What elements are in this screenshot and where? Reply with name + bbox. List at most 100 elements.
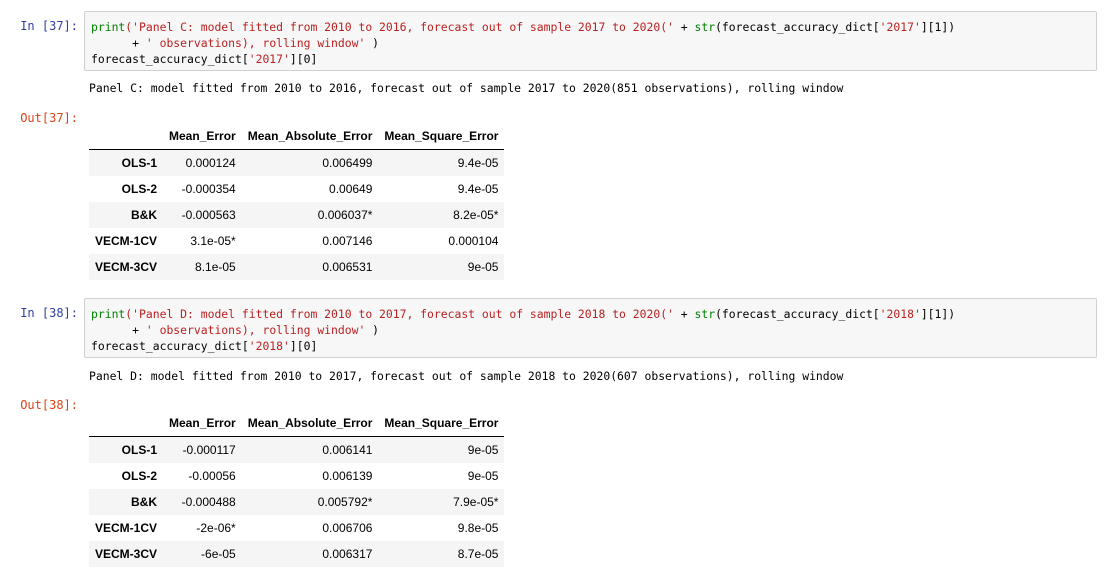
table-cell: 0.007146 <box>322 234 373 248</box>
table-cell: 0.006499 <box>322 156 373 170</box>
code-editor[interactable]: print('Panel D: model fitted from 2010 t… <box>85 299 1096 354</box>
table-cell: 7.9e-05* <box>453 495 499 509</box>
table-cell: -0.000117 <box>182 443 236 457</box>
code-token: ('Panel C: model fitted from 2010 to 201… <box>125 20 681 34</box>
table-cell: 0.006317 <box>322 547 373 561</box>
table-cell: 9.4e-05 <box>457 156 499 170</box>
table-row: OLS-2 -0.000354 0.00649 9.4e-05 <box>89 176 504 202</box>
output-prompt: Out[37]: <box>20 111 78 125</box>
code-token: ][1]) <box>920 307 956 321</box>
row-label: VECM-1CV <box>95 234 158 248</box>
table-cell: -6e-05 <box>201 547 236 561</box>
code-token: forecast_accuracy_dict[ <box>91 339 249 353</box>
code-token: print <box>91 307 126 321</box>
table-cell: 0.00649 <box>329 182 373 196</box>
code-token: '2018' <box>879 307 921 321</box>
column-header: Mean_Error <box>163 122 242 150</box>
table-row: VECM-3CV -6e-05 0.006317 8.7e-05 <box>89 541 505 567</box>
code-token: ' observations), rolling window' <box>145 36 366 50</box>
table-header-row: Mean_Error Mean_Absolute_Error Mean_Squa… <box>89 409 505 437</box>
row-label: B&K <box>131 208 158 222</box>
table-cell: 0.006037* <box>317 208 373 222</box>
table-cell: 9e-05 <box>467 260 499 274</box>
row-label: OLS-2 <box>121 182 158 196</box>
output-prompt: Out[38]: <box>20 398 78 412</box>
stdout-text: Panel D: model fitted from 2010 to 2017,… <box>89 369 844 383</box>
input-prompt: In [38]: <box>20 306 78 320</box>
table-row: OLS-1 0.000124 0.006499 9.4e-05 <box>89 149 505 176</box>
table-cell: 8.7e-05 <box>457 547 499 561</box>
table-row: VECM-3CV 8.1e-05 0.006531 9e-05 <box>89 254 505 280</box>
code-input-area[interactable]: print('Panel C: model fitted from 2010 t… <box>84 11 1097 71</box>
code-token: (forecast_accuracy_dict[ <box>715 307 880 321</box>
column-header: Mean_Error <box>163 409 242 437</box>
table-cell: 0.006141 <box>322 443 373 457</box>
row-label: B&K <box>131 495 158 509</box>
table-row: OLS-2 -0.00056 0.006139 9e-05 <box>89 463 504 489</box>
code-token: ][1]) <box>920 20 956 34</box>
code-token: ) <box>365 36 380 50</box>
index-header <box>89 409 164 437</box>
table-cell: 0.006139 <box>322 469 373 483</box>
code-token: print <box>91 20 126 34</box>
table-cell: 9e-05 <box>467 443 499 457</box>
code-editor[interactable]: print('Panel C: model fitted from 2010 t… <box>85 12 1096 67</box>
table-cell: 0.000104 <box>448 234 499 248</box>
table-cell: 8.2e-05* <box>453 208 499 222</box>
dataframe-table: Mean_Error Mean_Absolute_Error Mean_Squa… <box>89 122 505 280</box>
code-input-area[interactable]: print('Panel D: model fitted from 2010 t… <box>84 298 1097 358</box>
table-row: B&K -0.000488 0.005792* 7.9e-05* <box>89 489 505 515</box>
code-token: + <box>680 307 688 321</box>
code-token: forecast_accuracy_dict[ <box>91 52 249 66</box>
code-token: '2017' <box>879 20 921 34</box>
table-cell: -2e-06* <box>196 521 236 535</box>
table-cell: -0.000354 <box>181 182 236 196</box>
code-token: (forecast_accuracy_dict[ <box>715 20 880 34</box>
table-row: OLS-1 -0.000117 0.006141 9e-05 <box>89 436 505 463</box>
table-cell: 9.8e-05 <box>457 521 499 535</box>
table-cell: 0.005792* <box>317 495 373 509</box>
row-label: VECM-3CV <box>95 547 158 561</box>
code-token: '2018' <box>248 339 290 353</box>
code-token: str <box>694 20 716 34</box>
code-token: ][0] <box>289 339 318 353</box>
code-token: ('Panel D: model fitted from 2010 to 201… <box>125 307 681 321</box>
code-token: str <box>694 307 716 321</box>
dataframe-table: Mean_Error Mean_Absolute_Error Mean_Squa… <box>89 409 505 567</box>
table-row: B&K -0.000563 0.006037* 8.2e-05* <box>89 202 505 228</box>
stdout-text: Panel C: model fitted from 2010 to 2016,… <box>89 81 844 95</box>
table-cell: 8.1e-05 <box>195 260 236 274</box>
row-label: OLS-2 <box>121 469 158 483</box>
table-cell: 9.4e-05 <box>457 182 499 196</box>
code-token: ) <box>365 323 380 337</box>
row-label: VECM-3CV <box>95 260 158 274</box>
code-token: + <box>680 20 688 34</box>
index-header <box>89 122 164 150</box>
column-header: Mean_Square_Error <box>378 122 505 150</box>
column-header: Mean_Absolute_Error <box>241 409 379 437</box>
column-header: Mean_Square_Error <box>378 409 505 437</box>
table-cell: 3.1e-05* <box>190 234 236 248</box>
table-cell: 0.000124 <box>185 156 236 170</box>
input-prompt: In [37]: <box>20 19 78 33</box>
row-label: VECM-1CV <box>95 521 158 535</box>
column-header: Mean_Absolute_Error <box>241 122 379 150</box>
table-row: VECM-1CV 3.1e-05* 0.007146 0.000104 <box>89 228 504 254</box>
code-token: + <box>132 36 140 50</box>
code-token: + <box>132 323 140 337</box>
table-cell: -0.00056 <box>188 469 236 483</box>
table-cell: 9e-05 <box>467 469 499 483</box>
table-cell: 0.006531 <box>322 260 373 274</box>
row-label: OLS-1 <box>121 443 158 457</box>
code-token: ' observations), rolling window' <box>145 323 366 337</box>
code-token: '2017' <box>248 52 290 66</box>
table-cell: 0.006706 <box>322 521 373 535</box>
table-cell: -0.000563 <box>181 208 236 222</box>
row-label: OLS-1 <box>121 156 158 170</box>
table-header-row: Mean_Error Mean_Absolute_Error Mean_Squa… <box>89 122 505 150</box>
